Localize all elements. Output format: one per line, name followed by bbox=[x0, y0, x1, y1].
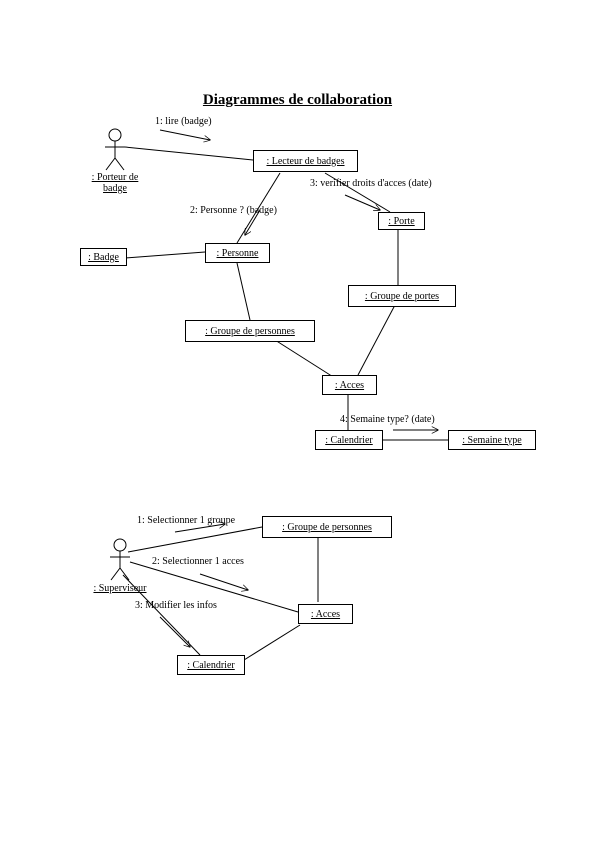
diagram-canvas bbox=[0, 0, 595, 842]
object-acces: : Acces bbox=[322, 375, 377, 395]
object-groupe-personnes-2: : Groupe de personnes bbox=[262, 516, 392, 538]
actor-icon bbox=[110, 539, 130, 580]
message-label: 2: Personne ? (badge) bbox=[190, 205, 277, 216]
message-label: 4: Semaine type? (date) bbox=[340, 414, 435, 425]
object-porte: : Porte bbox=[378, 212, 425, 230]
message-label: 1: Selectionner 1 groupe bbox=[137, 515, 235, 526]
message-label: 1: lire (badge) bbox=[155, 116, 212, 127]
object-personne: : Personne bbox=[205, 243, 270, 263]
message-label: 3: verifier droits d'acces (date) bbox=[310, 178, 432, 189]
message-label: 3: Modifier les infos bbox=[135, 600, 217, 611]
message-label: 2: Selectionner 1 acces bbox=[152, 556, 244, 567]
object-badge: : Badge bbox=[80, 248, 127, 266]
object-groupe-personnes: : Groupe de personnes bbox=[185, 320, 315, 342]
object-calendrier-2: : Calendrier bbox=[177, 655, 245, 675]
object-semaine-type: : Semaine type bbox=[448, 430, 536, 450]
actor-label: : Superviseur bbox=[90, 583, 150, 594]
object-lecteur: : Lecteur de badges bbox=[253, 150, 358, 172]
object-groupe-portes: : Groupe de portes bbox=[348, 285, 456, 307]
actor-icon bbox=[105, 129, 125, 170]
object-acces-2: : Acces bbox=[298, 604, 353, 624]
actor-label: : Porteur de badge bbox=[86, 172, 144, 194]
object-calendrier: : Calendrier bbox=[315, 430, 383, 450]
